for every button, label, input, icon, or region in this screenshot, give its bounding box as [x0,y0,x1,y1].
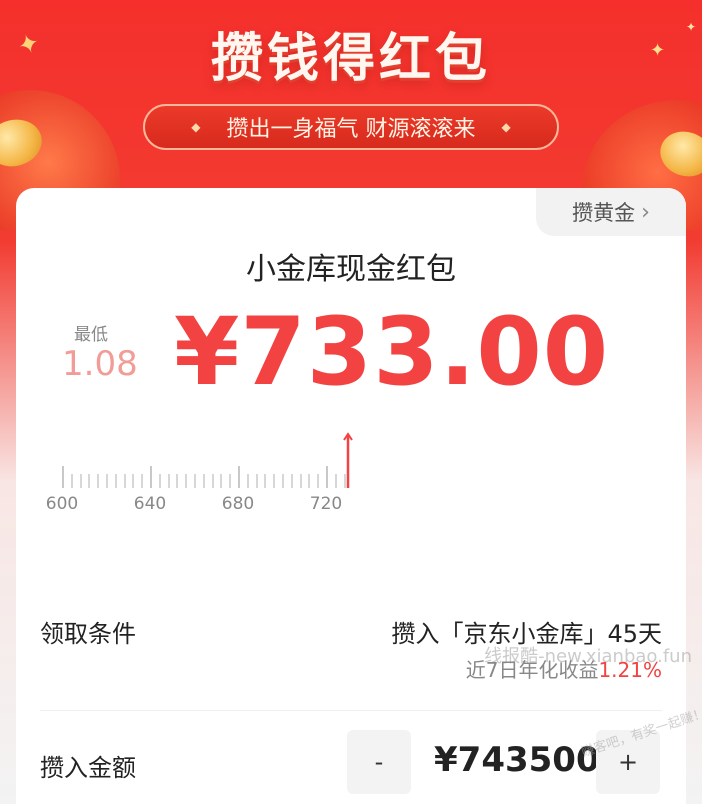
ruler-tick [88,474,91,488]
gold-coin-icon [654,125,702,183]
ruler-major-tick [150,466,152,488]
red-packet-card: 攒黄金 › 小金库现金红包 最低 1.08 ¥733.00 600 640 68… [16,188,702,804]
diamond-icon: ◆ [191,120,201,134]
gold-coin-icon [0,113,47,173]
minimum-value: 1.08 [62,344,138,384]
ruler-tick [194,474,196,488]
minimum-label: 最低 [74,325,108,345]
ruler-tick [106,474,108,488]
ruler-tick [158,474,161,488]
ruler-tick [299,474,302,488]
banner-subtitle-ribbon: ◆ 攒出一身福气 财源滚滚来 ◆ [143,104,559,150]
ruler-tick [264,474,267,488]
ruler-tick [273,474,276,488]
ruler-tick [246,474,249,488]
ruler-tick [202,474,205,488]
amount-ruler-slider[interactable] [56,464,356,488]
ruler-tick [211,474,214,488]
ruler-tick [220,474,223,488]
ruler-tick-label: 720 [309,494,343,514]
ruler-tick [79,474,82,488]
yield-rate: 1.21% [598,658,662,682]
ruler-tick-label: 600 [45,494,79,514]
divider [40,710,662,711]
chevron-right-icon: › [641,199,650,225]
ruler-tick [308,474,311,488]
ruler-tick-label: 680 [221,494,255,514]
ruler-tick [282,474,284,488]
ruler-tick-label: 640 [133,494,167,514]
decrease-button[interactable]: - [347,730,411,794]
ruler-tick [97,474,100,488]
ruler-tick [70,474,73,488]
banner-subtitle: 攒出一身福气 财源滚滚来 [226,117,476,142]
diamond-icon: ◆ [501,120,511,134]
ruler-major-tick [238,466,240,488]
ruler-tick [123,474,126,488]
deposit-amount-value[interactable]: ¥743500 [434,740,600,780]
condition-label: 领取条件 [40,620,136,648]
ruler-tick [167,474,170,488]
ruler-tick [141,474,144,488]
ruler-tick [334,474,337,488]
ruler-tick [132,474,135,488]
ruler-tick [317,474,320,488]
ruler-major-tick [326,466,328,488]
ruler-tick [185,474,188,488]
ruler-tick [114,474,117,488]
ruler-major-tick [62,466,64,488]
ruler-tick [255,474,258,488]
ruler-tick [343,474,346,488]
ruler-tick [290,474,293,488]
ruler-tick [176,474,179,488]
deposit-label: 攒入金额 [40,754,136,782]
ruler-tick [229,474,232,488]
yield-info: 近7日年化收益1.21% [466,654,662,683]
card-title: 小金库现金红包 [246,252,456,287]
red-packet-amount: ¥733.00 [174,298,610,407]
gold-saving-label: 攒黄金 [572,201,636,225]
yield-label: 近7日年化收益 [465,658,599,682]
gold-saving-link[interactable]: 攒黄金 › [536,188,686,236]
banner-title: 攒钱得红包 [210,29,491,89]
